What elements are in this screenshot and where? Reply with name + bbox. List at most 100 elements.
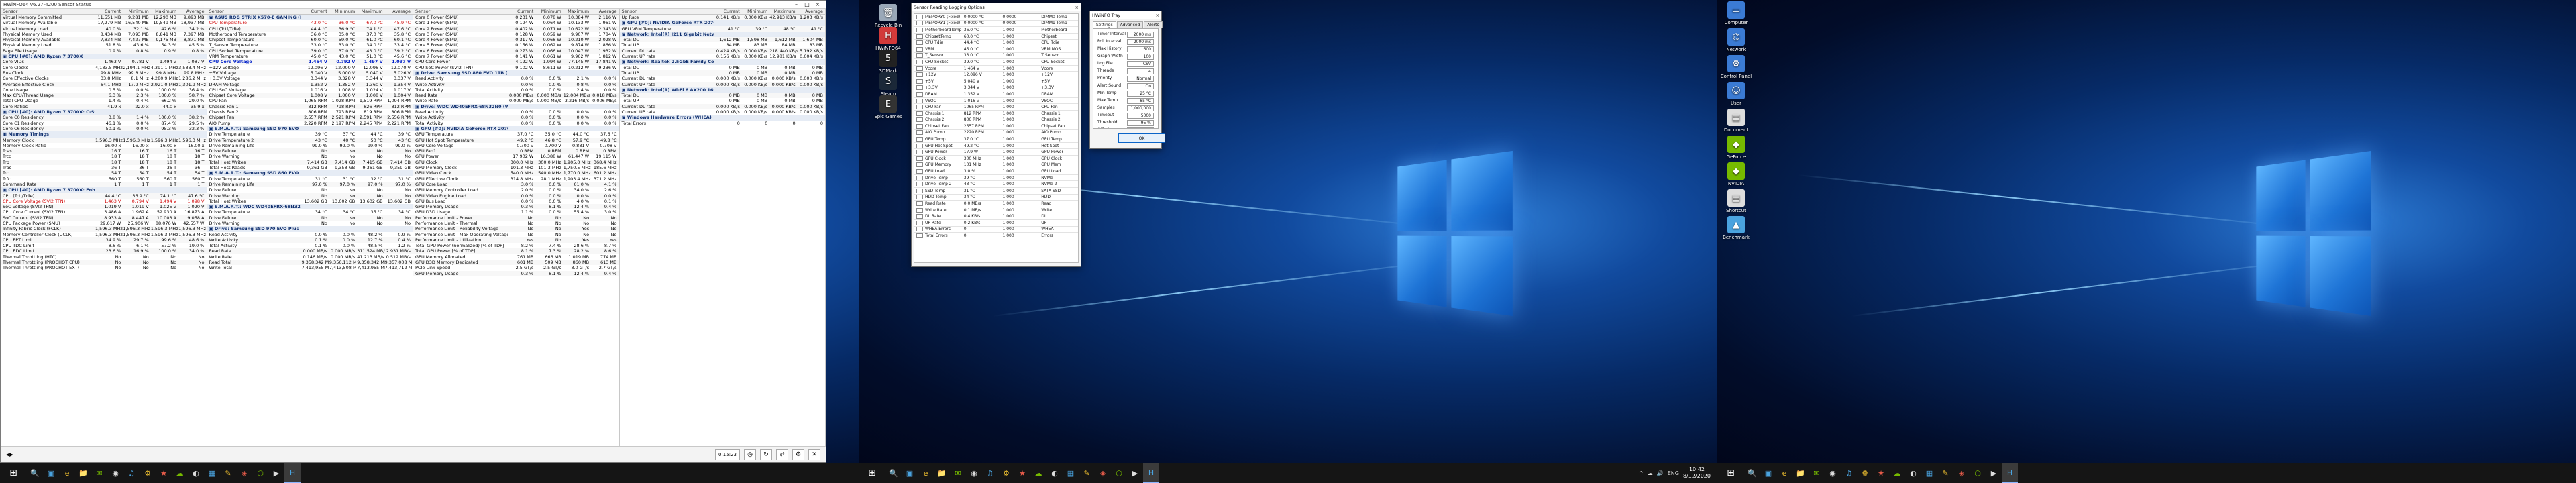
sensor-row[interactable]: Drive Temperature 39 °C 37 °C 44 °C 39 °C <box>207 131 413 137</box>
desktop-icon[interactable]: E Epic Games <box>869 95 907 120</box>
desktop-icon[interactable]: ▤ Document <box>1717 109 1755 133</box>
sensor-row[interactable]: GPU Clock 300.0 MHz 300.0 MHz 1,905.0 MHz 36… <box>413 159 619 166</box>
sensor-row[interactable]: CPU Core Voltage 1.464 V 0.792 V 1.497 V 1.0… <box>207 59 413 65</box>
sensor-row[interactable]: Total GPU Power [% of TDP] 8.1 % 7.3 % 28.2… <box>413 248 619 254</box>
sensor-group[interactable]: ▣ CPU [#0]: AMD Ryzen 7 3700X <box>1 54 207 60</box>
sensor-row[interactable]: PCIe Link Speed 2.5 GT/s 2.5 GT/s 8.0 GT/s 2… <box>413 265 619 270</box>
taskbar-app-icon[interactable]: ◈ <box>1095 463 1111 483</box>
list-item[interactable]: VRM 45.0 °C 1.000 VRM MOS <box>914 46 1078 53</box>
sensor-row[interactable]: Trc 54 T 54 T 54 T 54 T <box>1 170 207 176</box>
checkbox[interactable] <box>916 233 923 238</box>
checkbox[interactable] <box>916 117 923 123</box>
ok-button[interactable]: OK <box>1118 133 1165 143</box>
checkbox[interactable] <box>916 53 923 58</box>
sensor-row[interactable]: Trp 18 T 18 T 18 T 18 T <box>1 159 207 166</box>
header-average[interactable]: Average <box>385 9 413 14</box>
checkbox[interactable] <box>916 34 923 39</box>
sensor-row[interactable]: Core Usage 0.5 % 0.0 % 100.0 % 36.4 % <box>1 87 207 93</box>
sensor-row[interactable]: CPU Core Voltage (SVI2 TFN) 1.463 V 0.794 … <box>1 199 207 204</box>
desktop-icon[interactable]: ◆ NVIDIA <box>1717 162 1755 187</box>
desktop-icon[interactable]: ⚙ Control Panel <box>1717 55 1755 80</box>
sensor-row[interactable]: CPU EDC Limit 23.6 % 16.9 % 100.0 % 34.0 % <box>1 248 207 254</box>
sensor-row[interactable]: Read Rate 0.000 MB/s 0.000 MB/s 311.524 MB/… <box>207 248 413 254</box>
taskbar-app-icon[interactable]: 🔍 <box>1744 463 1760 483</box>
taskbar-app-icon[interactable]: ⬡ <box>1111 463 1127 483</box>
sensor-row[interactable]: Core 7 Power (SMU) 0.141 W 0.061 W 9.962 W 1… <box>413 54 619 59</box>
checkbox[interactable] <box>916 137 923 142</box>
header-average[interactable]: Average <box>178 9 206 14</box>
network-icon[interactable]: ⇄ <box>776 449 788 460</box>
sensor-row[interactable]: Current UP rate 0.000 KB/s 0.000 KB/s 0.000… <box>619 81 825 87</box>
sensor-row[interactable]: GPU Memory Allocated 761 MB 666 MB 1,019 MB… <box>413 254 619 260</box>
sensor-row[interactable]: Core Clocks 4,183.5 MHz 2,194.1 MHz 4,391.1… <box>1 65 207 70</box>
sensor-group[interactable]: ▣ Drive: Samsung SSD 860 EVO 1TB (S3Z9NB… <box>413 70 619 76</box>
taskbar-app-icon[interactable]: ♫ <box>982 463 998 483</box>
taskbar-app-icon[interactable]: 📁 <box>1792 463 1809 483</box>
sensor-row[interactable]: Current UP rate 0.156 KB/s 0.000 KB/s 12.98… <box>620 54 826 59</box>
list-item[interactable]: +3.3V 3.344 V 1.000 +3.3V <box>914 85 1078 92</box>
sensor-row[interactable]: CPU Fan 1,065 RPM 1,028 RPM 1,519 RPM 1,094 … <box>207 98 413 103</box>
maximize-icon[interactable]: □ <box>802 1 812 7</box>
sensor-group[interactable]: ▣ ASUS ROG STRIX X570-E GAMING (Nuvoton … <box>207 15 413 21</box>
tab-alerts[interactable]: Alerts <box>1144 21 1163 28</box>
sensor-column-4[interactable]: Sensor Current Minimum Maximum Average Up Ra… <box>619 9 826 446</box>
sensor-row[interactable]: Page File Usage 0.9 % 0.8 % 0.9 % 0.8 % <box>1 48 207 54</box>
sensor-column-1[interactable]: Sensor Current Minimum Maximum Average Virtu… <box>1 9 207 446</box>
list-item[interactable]: GPU Load 3.0 % 1.000 GPU Load <box>914 168 1078 175</box>
sensor-row[interactable]: Memory Clock Ratio 16.00 x 16.00 x 16.00 x 1… <box>1 143 207 148</box>
taskbar-app-icon[interactable]: ◈ <box>236 463 252 483</box>
settings-field[interactable]: 4 <box>1127 68 1154 74</box>
sensor-row[interactable]: Write Rate 0.146 MB/s 0.000 MB/s 41.213 MB/… <box>207 254 413 260</box>
sensor-group[interactable]: ▣ Network: Intel(R) Wi-Fi 6 AX200 160MHz <box>619 87 825 93</box>
sensor-row[interactable]: +5V Voltage 5.040 V 5.000 V 5.040 V 5.026 V <box>207 70 413 76</box>
sensor-row[interactable]: GPU Core Load 3.0 % 0.0 % 61.0 % 4.1 % <box>413 181 619 188</box>
sensor-row[interactable]: Chassis Fan 1 812 RPM 798 RPM 826 RPM 812 RP… <box>207 103 413 110</box>
header-current[interactable]: Current <box>714 9 741 14</box>
desktop-icon[interactable]: 5 3DMark <box>869 50 907 74</box>
taskbar-app-icon[interactable]: ◉ <box>966 463 982 483</box>
settings-field[interactable]: 85 °C <box>1127 98 1154 104</box>
desktop-icon[interactable]: ◆ GeForce <box>1717 136 1755 160</box>
sensor-row[interactable]: Trfc 560 T 560 T 560 T 560 T <box>1 176 207 182</box>
sensor-row[interactable]: Total Activity 0.1 % 0.0 % 48.5 % 1.2 % <box>207 243 413 248</box>
sensor-group[interactable]: ▣ Network: Intel(R) I211 Gigabit Network… <box>619 31 825 38</box>
tray-dialog-title-bar[interactable]: HWiNFO Tray × <box>1090 11 1161 19</box>
sensor-row[interactable]: Core 4 Power (SMU) 0.317 W 0.068 W 10.210 W… <box>413 37 619 43</box>
sensor-row[interactable]: Read Activity 0.0 % 0.0 % 0.0 % 0.0 % <box>413 109 619 115</box>
sensor-row[interactable]: Core C0 Residency 3.8 % 1.4 % 100.0 % 38.2 % <box>1 115 207 121</box>
checkbox[interactable] <box>916 111 923 116</box>
sensor-row[interactable]: Drive Warning No No No No <box>207 221 413 226</box>
header-maximum[interactable]: Maximum <box>357 9 384 14</box>
sensor-row[interactable]: Write Rate 0.000 MB/s 0.000 MB/s 3.216 MB/s… <box>413 98 619 103</box>
checkbox[interactable] <box>916 130 923 136</box>
taskbar-app-icon[interactable]: e <box>918 463 934 483</box>
checkbox[interactable] <box>916 156 923 161</box>
sensor-row[interactable]: Chassis Fan 2 806 RPM 793 RPM 819 RPM 806 RP… <box>207 109 413 115</box>
list-item[interactable]: GPU Clock 300 MHz 1.000 GPU Clock <box>914 156 1078 162</box>
taskbar-app-icon[interactable]: ◐ <box>1046 463 1063 483</box>
checkbox[interactable] <box>916 175 923 180</box>
desktop-icon[interactable]: ▤ Shortcut <box>1717 189 1755 214</box>
taskbar-app-icon[interactable]: ✉ <box>950 463 966 483</box>
sensor-row[interactable]: Performance Limit - Thermal No No No No <box>413 221 619 226</box>
taskbar-app-icon[interactable]: ◐ <box>1905 463 1921 483</box>
minimize-icon[interactable]: – <box>791 1 802 7</box>
sensor-row[interactable]: Motherboard Temperature 36.0 °C 35.0 °C 37.… <box>207 32 413 37</box>
list-item[interactable]: CPU Tdie 44.4 °C 1.000 CPU Tdie <box>914 40 1078 46</box>
taskbar-app-icon[interactable]: H <box>2002 463 2018 483</box>
checkbox[interactable] <box>916 21 923 26</box>
list-item[interactable]: GPU Hot Spot 49.2 °C 1.000 Hot Spot <box>914 143 1078 150</box>
list-item[interactable]: MEMORY1 (Fixed) 0.0000 °C 0.0000 DIMM1 Temp <box>914 21 1078 28</box>
taskbar-app-icon[interactable]: ★ <box>156 463 172 483</box>
language-indicator[interactable]: ENG <box>1668 470 1679 476</box>
checkbox[interactable] <box>916 85 923 91</box>
sensor-row[interactable]: GPU Memory Controller Load 2.0 % 0.0 % 34.0… <box>413 187 619 193</box>
sensor-row[interactable]: GPU Hot Spot Temperature 49.2 °C 46.8 °C 57… <box>413 137 619 143</box>
list-item[interactable]: ChipsetTemp 60.0 °C 1.000 Chipset <box>914 34 1078 40</box>
sensor-row[interactable]: Drive Failure No No No No <box>207 187 413 193</box>
settings-field[interactable]: 5000 <box>1127 113 1154 119</box>
sensor-group[interactable]: ▣ S.M.A.R.T.: WDC WD40EFRX-68N32N0 <box>207 204 413 210</box>
sensor-row[interactable]: GPU D3D Usage 1.1 % 0.0 % 55.4 % 3.0 % <box>413 209 619 215</box>
sensor-row[interactable]: Infinity Fabric Clock (FCLK) 1,596.3 MHz 1… <box>1 226 207 232</box>
checkbox[interactable] <box>916 227 923 232</box>
